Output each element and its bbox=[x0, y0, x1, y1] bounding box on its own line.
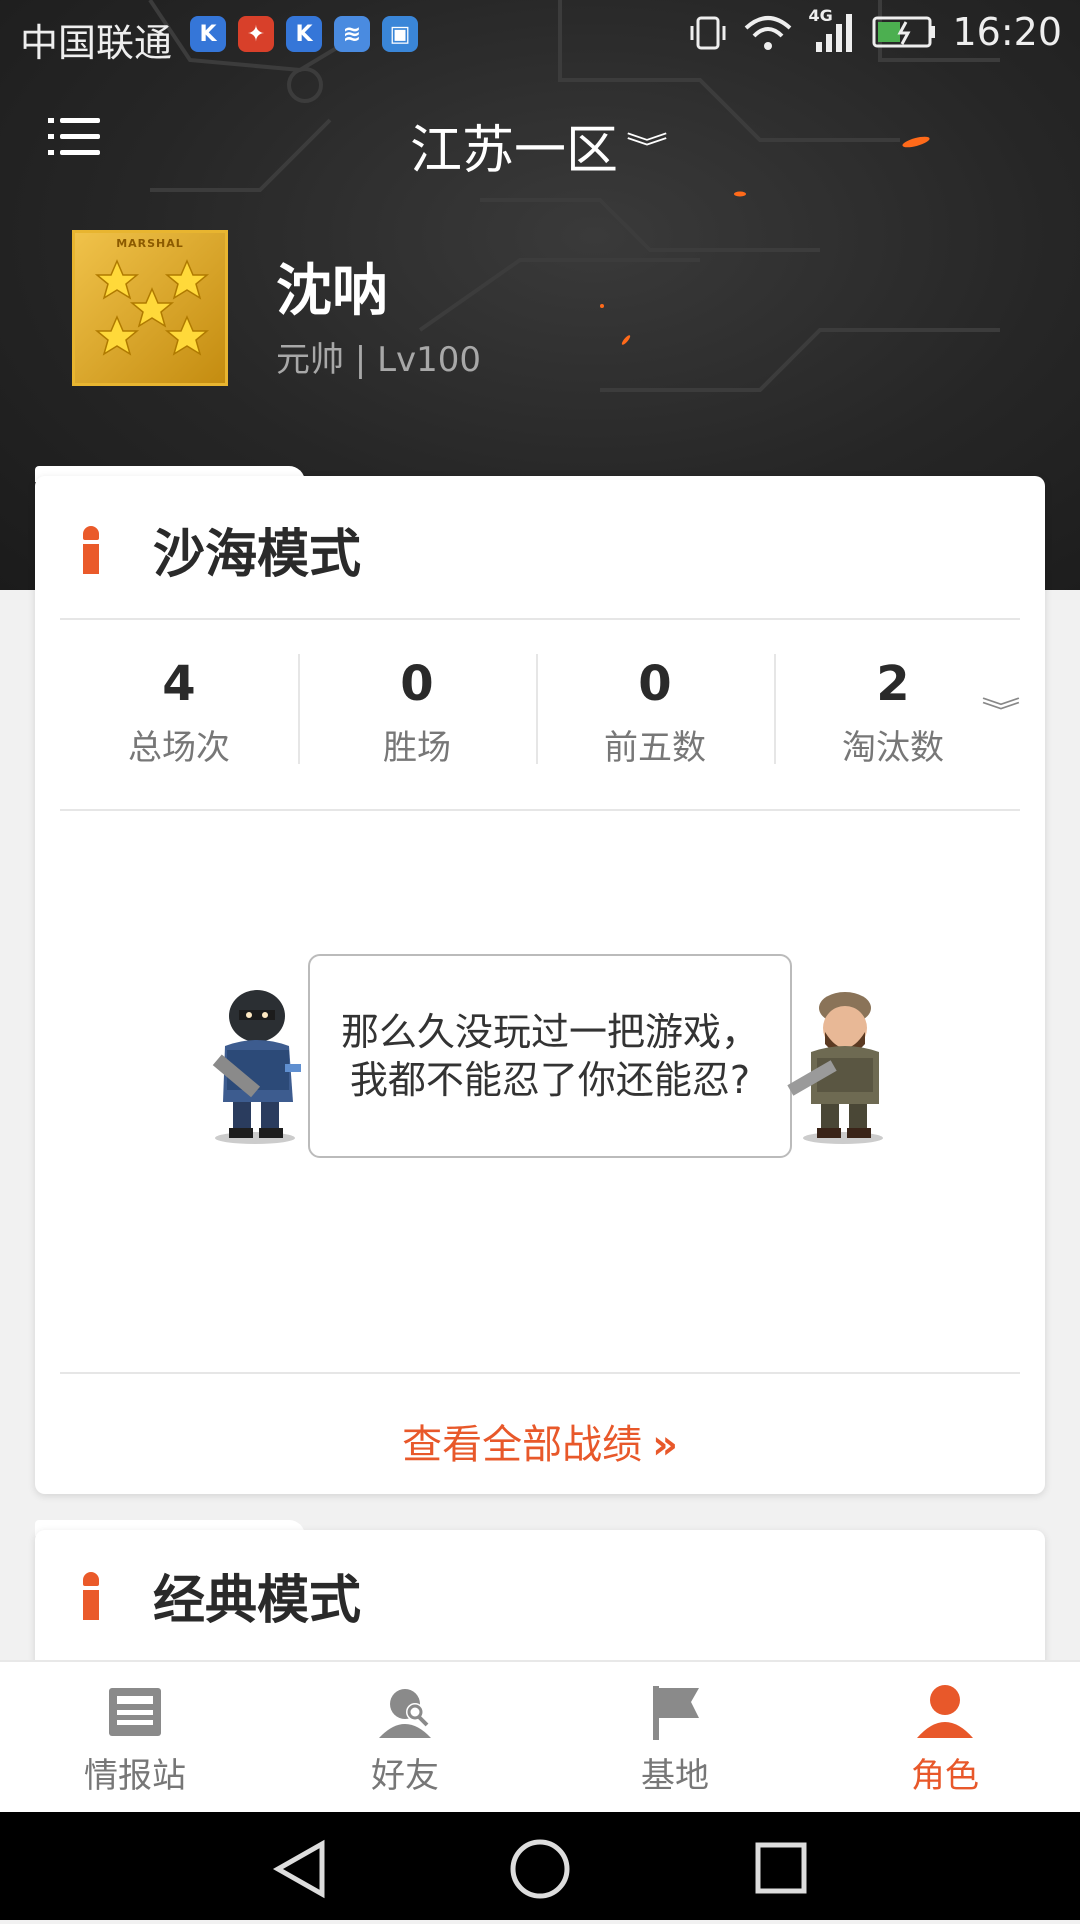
divider bbox=[60, 618, 1020, 620]
wifi-app-icon: ≋ bbox=[334, 16, 370, 52]
stat-top-five: 0 前五数 bbox=[536, 654, 774, 774]
flag-icon bbox=[645, 1682, 705, 1742]
friends-icon bbox=[375, 1682, 435, 1742]
nav-base[interactable]: 基地 bbox=[540, 1662, 810, 1814]
stat-label: 胜场 bbox=[383, 728, 451, 768]
nav-label: 基地 bbox=[641, 1756, 709, 1796]
carrier-name: 中国联通 bbox=[20, 21, 173, 65]
nav-friends[interactable]: 好友 bbox=[270, 1662, 540, 1814]
home-icon[interactable] bbox=[510, 1839, 570, 1899]
stat-wins: 0 胜场 bbox=[298, 654, 536, 774]
fish-app-icon: ✦ bbox=[238, 16, 274, 52]
nav-label: 角色 bbox=[911, 1756, 979, 1796]
signal-icon: 4G bbox=[808, 6, 858, 54]
back-icon[interactable] bbox=[272, 1839, 325, 1899]
menu-button[interactable] bbox=[48, 114, 100, 160]
k-app-icon: K bbox=[286, 16, 322, 52]
mode-card: 沙海模式 4 总场次 0 胜场 0 前五数 2 淘汰数 ︾ 那么久没玩过一把游戏… bbox=[35, 476, 1045, 1494]
stat-value: 2 bbox=[876, 656, 910, 712]
gallery-app-icon: ▣ bbox=[382, 16, 418, 52]
stat-label: 前五数 bbox=[604, 728, 706, 768]
stat-label: 淘汰数 bbox=[842, 728, 944, 768]
stat-value: 4 bbox=[162, 656, 196, 712]
stat-total-matches: 4 总场次 bbox=[60, 654, 298, 774]
k-app-icon: K bbox=[190, 16, 226, 52]
empty-message: 那么久没玩过一把游戏，我都不能忍了你还能忍? bbox=[340, 1010, 759, 1102]
nav-label: 情报站 bbox=[84, 1756, 186, 1796]
stars-icon bbox=[94, 259, 210, 356]
news-icon bbox=[105, 1682, 165, 1742]
nav-label: 好友 bbox=[371, 1756, 439, 1796]
bottom-navigation: 情报站 好友 基地 角色 bbox=[0, 1660, 1080, 1814]
view-all-records-link[interactable]: 查看全部战绩» bbox=[35, 1412, 1045, 1470]
expand-stats-icon[interactable]: ︾ bbox=[981, 698, 1020, 726]
stat-value: 0 bbox=[400, 656, 434, 712]
nav-news[interactable]: 情报站 bbox=[0, 1662, 270, 1814]
empty-state: 那么久没玩过一把游戏，我都不能忍了你还能忍? bbox=[35, 776, 1045, 1336]
rank-badge: MARSHAL bbox=[72, 230, 228, 386]
notification-icons: K ✦ K ≋ ▣ bbox=[190, 16, 418, 52]
chevron-down-icon: ︾ bbox=[626, 130, 669, 166]
stats-row[interactable]: 4 总场次 0 胜场 0 前五数 2 淘汰数 bbox=[60, 654, 1020, 774]
wifi-icon bbox=[745, 16, 792, 50]
soldier-right-icon bbox=[787, 992, 883, 1144]
bullet-icon bbox=[83, 526, 99, 574]
player-name: 沈呐 bbox=[276, 259, 388, 324]
view-all-label: 查看全部战绩 bbox=[402, 1422, 643, 1468]
system-navigation-bar bbox=[0, 1812, 1080, 1920]
player-rank: 元帅 | Lv100 bbox=[276, 340, 482, 380]
mode-title: 经典模式 bbox=[153, 1571, 362, 1631]
stat-value: 0 bbox=[638, 656, 672, 712]
soldier-left-icon bbox=[212, 990, 301, 1144]
vibrate-icon bbox=[690, 16, 726, 50]
divider bbox=[60, 1372, 1020, 1374]
server-selector[interactable]: 江苏一区 ︾ bbox=[410, 108, 668, 183]
battery-icon bbox=[872, 16, 936, 48]
empty-message-bubble: 那么久没玩过一把游戏，我都不能忍了你还能忍? bbox=[308, 954, 792, 1158]
mode-title: 沙海模式 bbox=[153, 525, 362, 585]
stat-eliminations: 2 淘汰数 bbox=[774, 654, 1012, 774]
clock: 16:20 bbox=[952, 10, 1062, 54]
nav-character[interactable]: 角色 bbox=[810, 1662, 1080, 1814]
status-right: 4G 16:20 bbox=[688, 6, 1062, 54]
double-chevron-right-icon: » bbox=[652, 1422, 678, 1468]
stat-label: 总场次 bbox=[128, 728, 230, 768]
person-icon bbox=[915, 1682, 975, 1742]
recents-icon[interactable] bbox=[755, 1842, 807, 1894]
status-bar: 中国联通 K ✦ K ≋ ▣ 4G 16:20 bbox=[0, 0, 1080, 72]
bullet-icon bbox=[83, 1572, 99, 1620]
server-name: 江苏一区 bbox=[410, 121, 619, 181]
